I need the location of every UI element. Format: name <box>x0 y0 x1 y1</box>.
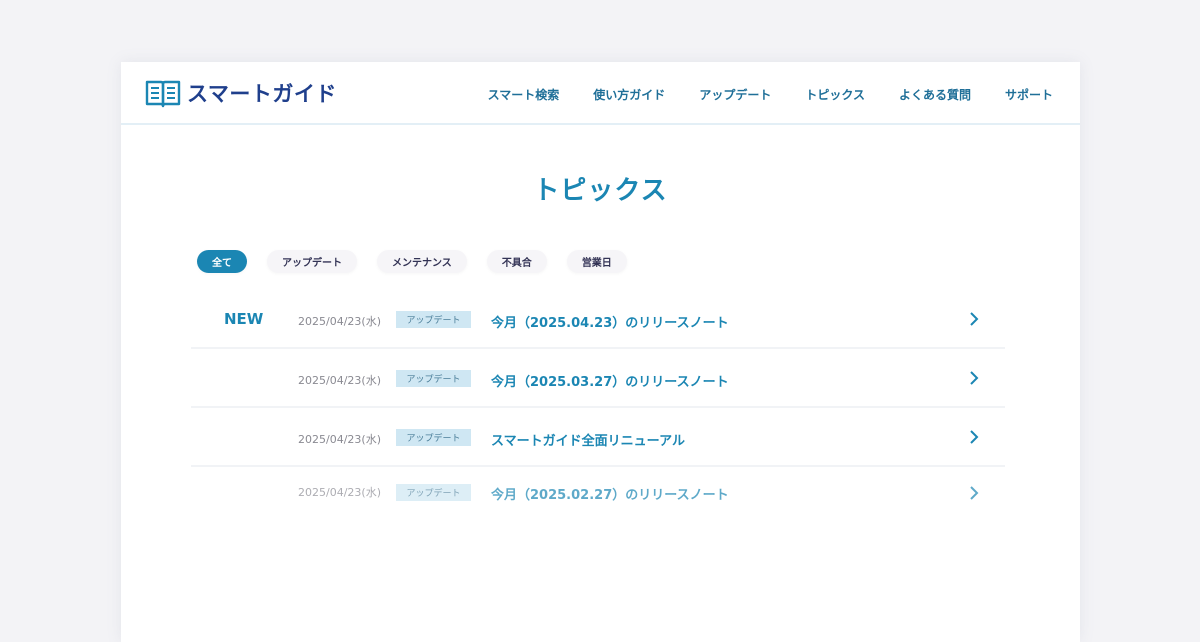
topic-category-tag: アップデート <box>396 429 471 446</box>
nav-item-updates[interactable]: アップデート <box>699 86 771 103</box>
filter-bug[interactable]: 不具合 <box>486 250 547 273</box>
topic-date: 2025/04/23(水) <box>298 374 381 387</box>
filter-all[interactable]: 全て <box>197 250 247 273</box>
chevron-right-icon[interactable] <box>967 369 981 387</box>
page-title: トピックス <box>533 176 668 206</box>
filter-update[interactable]: アップデート <box>267 250 357 273</box>
nav-item-faq[interactable]: よくある質問 <box>899 86 971 103</box>
topics-list: NEW 2025/04/23(水) アップデート 今月（2025.04.23）の… <box>191 290 1005 526</box>
topic-row[interactable]: 2025/04/23(水) アップデート スマートガイド全面リニューアル <box>191 408 1005 467</box>
topic-row[interactable]: 2025/04/23(水) アップデート 今月（2025.02.27）のリリース… <box>191 467 1005 526</box>
chevron-right-icon[interactable] <box>967 428 981 446</box>
nav-item-support[interactable]: サポート <box>1005 86 1053 103</box>
chevron-right-icon[interactable] <box>967 484 981 502</box>
topic-category-tag: アップデート <box>396 311 471 328</box>
topic-date: 2025/04/23(水) <box>298 315 381 328</box>
nav-item-usage-guide[interactable]: 使い方ガイド <box>593 86 665 103</box>
topic-row[interactable]: NEW 2025/04/23(水) アップデート 今月（2025.04.23）の… <box>191 290 1005 349</box>
chevron-right-icon[interactable] <box>967 310 981 328</box>
new-badge: NEW <box>224 310 264 328</box>
open-book-icon <box>145 80 181 108</box>
topic-title[interactable]: 今月（2025.02.27）のリリースノート <box>491 484 729 503</box>
site-name: スマートガイド <box>187 82 337 106</box>
filter-business-days[interactable]: 営業日 <box>566 250 627 273</box>
topic-title[interactable]: スマートガイド全面リニューアル <box>491 430 685 449</box>
topic-title[interactable]: 今月（2025.04.23）のリリースノート <box>491 312 729 331</box>
site-header: スマートガイド スマート検索 使い方ガイド アップデート トピックス よくある質… <box>121 62 1080 125</box>
category-filters: 全て アップデート メンテナンス 不具合 営業日 <box>197 250 647 273</box>
topic-date: 2025/04/23(水) <box>298 433 381 446</box>
nav-item-topics[interactable]: トピックス <box>805 86 865 103</box>
topic-category-tag: アップデート <box>396 370 471 387</box>
topic-title[interactable]: 今月（2025.03.27）のリリースノート <box>491 371 729 390</box>
site-logo[interactable]: スマートガイド <box>145 77 337 109</box>
topic-category-tag: アップデート <box>396 484 471 501</box>
nav-item-smart-search[interactable]: スマート検索 <box>488 86 560 103</box>
main-nav: スマート検索 使い方ガイド アップデート トピックス よくある質問 サポート <box>488 86 1053 103</box>
topic-row[interactable]: 2025/04/23(水) アップデート 今月（2025.03.27）のリリース… <box>191 349 1005 408</box>
topic-date: 2025/04/23(水) <box>298 486 381 499</box>
main-card: スマートガイド スマート検索 使い方ガイド アップデート トピックス よくある質… <box>121 62 1080 642</box>
filter-maintenance[interactable]: メンテナンス <box>377 250 467 273</box>
